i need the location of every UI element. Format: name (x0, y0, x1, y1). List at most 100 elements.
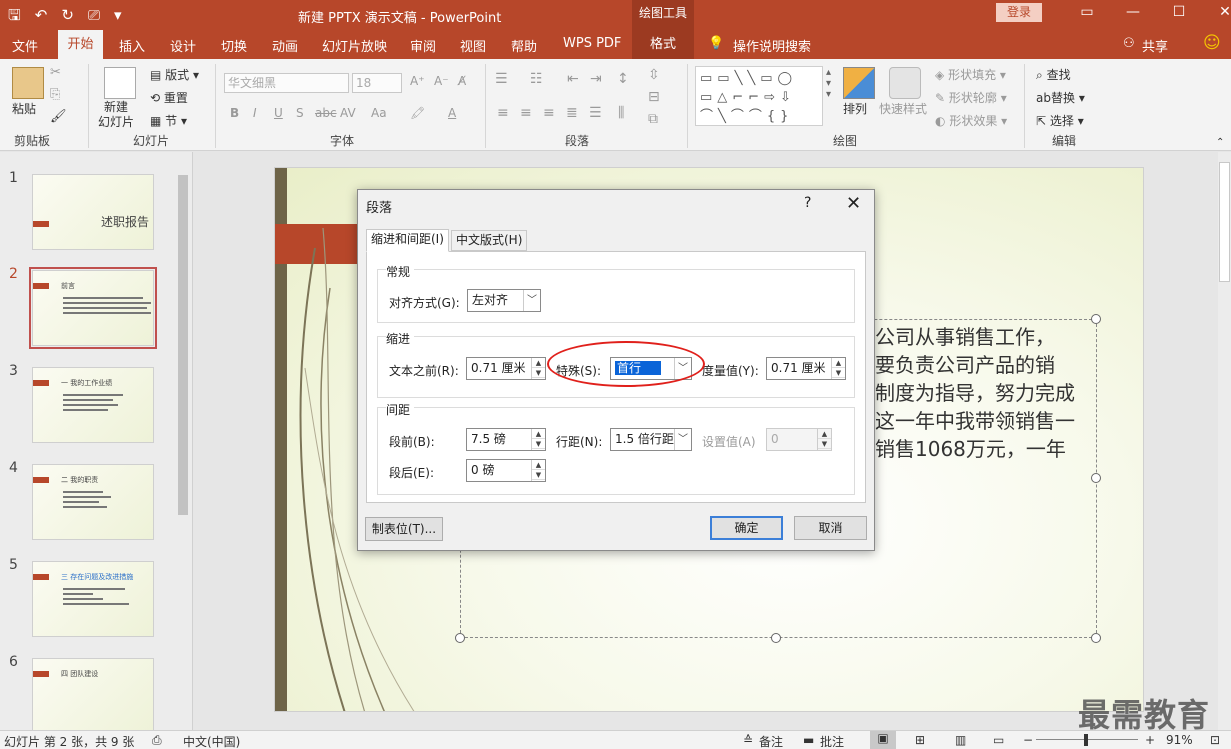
collapse-ribbon-icon[interactable]: ⌃ (1216, 137, 1224, 148)
slide-thumbnail-4[interactable]: 二 我的职责 (32, 464, 154, 540)
minimize-icon[interactable]: — (1110, 3, 1156, 21)
smartart-icon[interactable]: ⧉ (648, 111, 658, 127)
spin-up-icon[interactable]: ▲ (532, 429, 545, 439)
ok-button[interactable]: 确定 (710, 516, 783, 540)
share-button[interactable]: 共享 (1142, 36, 1168, 55)
resize-handle[interactable] (1091, 633, 1101, 643)
change-case-icon[interactable]: Aa (371, 106, 387, 120)
cut-icon[interactable]: ✂ (50, 65, 61, 80)
tab-wps-pdf[interactable]: WPS PDF (563, 36, 621, 51)
spin-up-icon[interactable]: ▲ (832, 358, 845, 368)
reading-view-icon[interactable]: ▥ (955, 733, 966, 747)
set-value-input[interactable]: 0 ▲ ▼ (766, 428, 832, 451)
notes-button[interactable]: 备注 (759, 733, 783, 749)
align-text-icon[interactable]: ⊟ (648, 89, 660, 105)
save-icon[interactable]: 🖫 (8, 5, 21, 25)
numbering-icon[interactable]: ☷ (530, 71, 543, 87)
tab-file[interactable]: 文件 (12, 36, 38, 55)
align-left-icon[interactable]: ≡ (497, 105, 509, 121)
tab-indents-spacing[interactable]: 缩进和间距(I) (366, 229, 449, 252)
scroll-thumb[interactable] (1219, 162, 1230, 282)
layout-button[interactable]: ▤ 版式 ▾ (150, 66, 199, 83)
language-indicator[interactable]: 中文(中国) (183, 733, 240, 749)
select-button[interactable]: ⇱ 选择 ▾ (1036, 112, 1084, 129)
decrease-indent-icon[interactable]: ⇤ (567, 71, 579, 87)
shape-fill-button[interactable]: ◈ 形状填充 ▾ (935, 66, 1006, 83)
maximize-icon[interactable]: ☐ (1156, 3, 1202, 21)
line-spacing-select[interactable]: 1.5 倍行距 ﹀ (610, 428, 692, 451)
gallery-scroll-icon[interactable]: ▴ ▾ ▾ (826, 67, 831, 100)
customize-qa-icon[interactable]: ▾ (114, 5, 122, 25)
scroll-thumb[interactable] (178, 175, 188, 515)
smiley-icon[interactable]: ☺ (1203, 33, 1221, 53)
resize-handle[interactable] (455, 633, 465, 643)
ribbon-display-icon[interactable]: ▭ (1064, 3, 1110, 21)
clear-format-icon[interactable]: A̸ (458, 74, 466, 88)
highlight-icon[interactable]: 🖍 (410, 106, 425, 120)
chevron-down-icon[interactable]: ﹀ (674, 429, 691, 450)
thumbnails-scrollbar[interactable] (176, 155, 190, 727)
redo-icon[interactable]: ↻ (61, 5, 74, 25)
tab-insert[interactable]: 插入 (119, 36, 145, 55)
spin-up-icon[interactable]: ▲ (532, 460, 545, 470)
close-icon[interactable]: ✕ (846, 193, 861, 214)
char-spacing-icon[interactable]: AV (340, 106, 356, 120)
set-value-spinner[interactable]: ▲ ▼ (817, 429, 831, 450)
tab-animations[interactable]: 动画 (272, 36, 298, 55)
tell-me-search[interactable]: 操作说明搜索 (733, 36, 811, 55)
section-button[interactable]: ▦ 节 ▾ (150, 112, 187, 129)
reset-button[interactable]: ⟲ 重置 (150, 89, 188, 106)
spin-down-icon[interactable]: ▼ (832, 368, 845, 378)
resize-handle[interactable] (1091, 473, 1101, 483)
zoom-slider-thumb[interactable] (1084, 734, 1088, 746)
text-direction-icon[interactable]: ⇳ (648, 67, 660, 83)
slideshow-icon[interactable]: ▭ (993, 733, 1004, 747)
tab-help[interactable]: 帮助 (511, 36, 537, 55)
strike-icon[interactable]: abc (315, 106, 337, 120)
align-center-icon[interactable]: ≡ (520, 105, 532, 121)
slide-sorter-icon[interactable]: ⊞ (915, 733, 925, 747)
cancel-button[interactable]: 取消 (794, 516, 867, 540)
shape-outline-button[interactable]: ✎ 形状轮廓 ▾ (935, 89, 1007, 106)
shapes-gallery[interactable]: ▭▭╲╲▭◯ ▭△⌐⌐⇨⇩ ⌒╲⌒⌒{} (695, 66, 823, 126)
slide-thumbnail-6[interactable]: 四 团队建设 (32, 658, 154, 734)
spin-down-icon[interactable]: ▼ (532, 470, 545, 480)
underline-icon[interactable]: U (274, 106, 283, 120)
font-size-box[interactable]: 18 (352, 73, 402, 93)
shadow-icon[interactable]: S (296, 106, 304, 120)
zoom-in-icon[interactable]: + (1145, 733, 1155, 747)
tab-transitions[interactable]: 切换 (221, 36, 247, 55)
slide-scrollbar[interactable] (1218, 152, 1231, 730)
columns-icon[interactable]: ⫼ (618, 105, 624, 121)
italic-icon[interactable]: I (253, 106, 257, 120)
space-after-input[interactable]: 0 磅 ▲ ▼ (466, 459, 546, 482)
increase-indent-icon[interactable]: ⇥ (590, 71, 602, 87)
alignment-select[interactable]: 左对齐 ﹀ (467, 289, 541, 312)
close-icon[interactable]: ✕ (1202, 3, 1231, 21)
paste-button[interactable]: 粘贴 (12, 100, 36, 117)
zoom-out-icon[interactable]: − (1023, 733, 1033, 747)
tab-review[interactable]: 审阅 (410, 36, 436, 55)
tab-format[interactable]: 格式 (632, 30, 694, 59)
slide-thumbnail-5[interactable]: 三 存在问题及改进措施 (32, 561, 154, 637)
new-slide-button[interactable]: 新建 幻灯片 (98, 100, 134, 130)
bold-icon[interactable]: B (230, 106, 239, 120)
tab-asian-typography[interactable]: 中文版式(H) (451, 230, 528, 251)
before-text-spinner[interactable]: ▲ ▼ (531, 358, 545, 379)
resize-handle[interactable] (771, 633, 781, 643)
font-name-box[interactable]: 华文细黑 (224, 73, 349, 93)
comments-button[interactable]: 批注 (820, 733, 844, 749)
arrange-button[interactable]: 排列 (843, 100, 867, 117)
present-icon[interactable]: ⎚ (88, 5, 100, 25)
distribute-icon[interactable]: ☰ (589, 105, 602, 121)
normal-view-icon[interactable]: ▣ (870, 731, 896, 749)
copy-icon[interactable]: ⎘ (50, 87, 60, 102)
tab-home[interactable]: 开始 (58, 30, 103, 59)
shape-effects-button[interactable]: ◐ 形状效果 ▾ (935, 112, 1007, 129)
space-after-spinner[interactable]: ▲ ▼ (531, 460, 545, 481)
find-button[interactable]: ⌕ 查找 (1036, 66, 1071, 83)
tab-design[interactable]: 设计 (170, 36, 196, 55)
quick-styles-button[interactable]: 快速样式 (879, 100, 927, 117)
slide-thumbnail-3[interactable]: 一 我的工作业绩 (32, 367, 154, 443)
new-slide-icon[interactable] (104, 67, 136, 99)
